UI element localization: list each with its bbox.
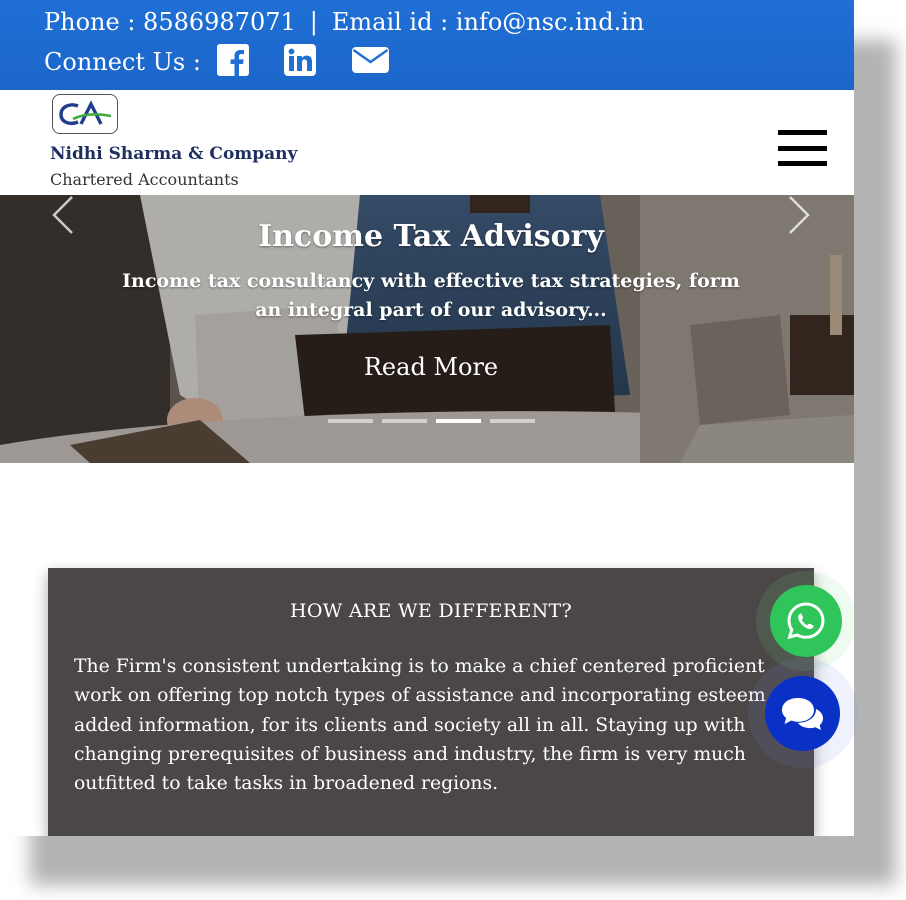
hero-description: Income tax consultancy with effective ta… bbox=[122, 270, 740, 321]
company-subtitle: Chartered Accountants bbox=[50, 170, 239, 189]
chat-bubbles-icon bbox=[782, 698, 823, 730]
site-header: Nidhi Sharma & Company Chartered Account… bbox=[0, 90, 854, 195]
carousel-indicator-active[interactable] bbox=[436, 419, 481, 423]
hamburger-bar bbox=[778, 146, 827, 151]
email-link[interactable]: Email id : info@nsc.ind.in bbox=[332, 8, 645, 36]
section-heading: HOW ARE WE DIFFERENT? bbox=[289, 600, 573, 622]
facebook-icon[interactable] bbox=[217, 44, 249, 76]
whatsapp-button[interactable] bbox=[770, 585, 842, 657]
page: Phone : 8586987071 | Email id : info@nsc.i… bbox=[0, 0, 854, 836]
read-more-button[interactable]: Read More bbox=[331, 353, 531, 381]
ca-logo-mark bbox=[59, 100, 112, 125]
linkedin-icon[interactable] bbox=[284, 44, 316, 76]
menu-toggle-button[interactable] bbox=[778, 130, 828, 168]
contact-line: Phone : 8586987071 | Email id : info@nsc.i… bbox=[44, 8, 644, 36]
carousel-indicator[interactable] bbox=[490, 419, 535, 423]
phone-link[interactable]: Phone : 8586987071 bbox=[44, 8, 296, 36]
carousel-indicator[interactable] bbox=[382, 419, 427, 423]
section-body: The Firm's consistent undertaking is to … bbox=[74, 656, 766, 795]
company-name[interactable]: Nidhi Sharma & Company bbox=[50, 144, 297, 164]
carousel-indicator[interactable] bbox=[328, 419, 373, 423]
envelope-icon[interactable] bbox=[352, 44, 389, 76]
hamburger-bar bbox=[778, 161, 827, 166]
live-chat-button[interactable] bbox=[765, 676, 840, 751]
whatsapp-icon bbox=[787, 602, 825, 640]
contact-bar: Phone : 8586987071 | Email id : info@nsc.i… bbox=[0, 0, 854, 90]
separator: | bbox=[309, 8, 318, 36]
hero-title: Income Tax Advisory bbox=[258, 219, 604, 254]
how-we-differ-section: HOW ARE WE DIFFERENT? The Firm's consist… bbox=[48, 568, 814, 836]
connect-label: Connect Us : bbox=[44, 48, 201, 76]
hamburger-bar bbox=[778, 130, 827, 135]
hero-carousel: Income Tax Advisory Income tax consultan… bbox=[0, 195, 854, 463]
ca-logo[interactable] bbox=[52, 94, 118, 134]
